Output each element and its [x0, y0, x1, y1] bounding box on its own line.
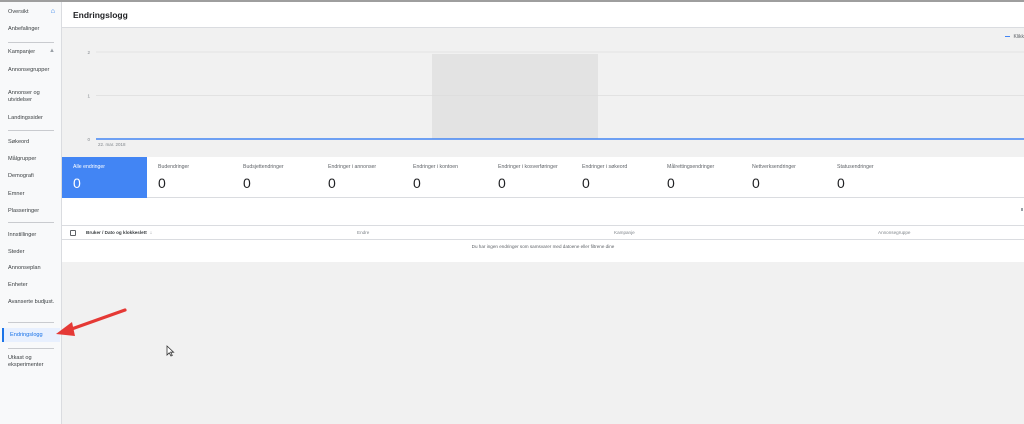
sidebar-item-utkast-og-eksperimenter[interactable]: Utkast og eksperimenter — [8, 355, 60, 369]
sidebar-item-emner[interactable]: Emner — [8, 191, 60, 198]
tile-label: Endringer i kontoen — [413, 164, 458, 170]
sidebar-item-label: Kampanjer — [8, 49, 36, 55]
sidebar-item-label: Innstillinger — [8, 232, 37, 238]
tile-value: 0 — [667, 175, 675, 191]
x-tick-label: 22. mar. 2018 — [98, 142, 126, 147]
sidebar-item-label: Enheter — [8, 282, 28, 288]
change-summary-tiles: Alle endringer 0 Budendringer 0 Budsjett… — [62, 157, 1024, 198]
sidebar-item-oversikt[interactable]: Oversikt ⌂ — [8, 8, 60, 16]
sidebar-item-demografi[interactable]: Demografi — [8, 173, 60, 180]
column-header-change[interactable]: Endre — [357, 230, 369, 235]
tile-value: 0 — [243, 175, 251, 191]
sidebar-item-sokeord[interactable]: Søkeord — [8, 139, 60, 146]
sidebar-item-steder[interactable]: Steder — [8, 249, 60, 256]
annotation-arrow — [56, 308, 127, 336]
lock-icon: ▲ — [49, 48, 55, 54]
sidebar-item-label: Utkast og eksperimenter — [8, 355, 44, 368]
y-tick-label: 0 — [87, 137, 90, 142]
tile-label: Statusendringer — [837, 164, 874, 170]
tile-budendringer[interactable]: Budendringer 0 — [147, 157, 232, 198]
tile-value: 0 — [328, 175, 336, 191]
tile-value: 0 — [498, 175, 506, 191]
tile-endringer-i-kontoen[interactable]: Endringer i kontoen 0 — [402, 157, 487, 198]
sidebar-item-label: Anbefalinger — [8, 26, 40, 32]
sidebar: Oversikt ⌂ Anbefalinger Kampanjer ▲ Anno… — [0, 2, 62, 424]
tile-endringer-i-kosverforinger[interactable]: Endringer i kosverføringer 0 — [487, 157, 571, 198]
legend-swatch — [1005, 35, 1011, 38]
page-header: Endringslogg — [62, 2, 1024, 28]
sidebar-item-label: Emner — [8, 191, 25, 197]
column-header-user-date[interactable]: Bruker / Dato og klokkeslett ↓ — [86, 230, 152, 236]
sidebar-item-plasseringer[interactable]: Plasseringer — [8, 208, 60, 215]
sidebar-divider — [8, 222, 54, 223]
sidebar-item-anbefalinger[interactable]: Anbefalinger — [8, 26, 60, 33]
sidebar-item-label: Oversikt — [8, 9, 29, 15]
change-history-table: Bruker / Dato og klokkeslett ↓ Endre Kamp… — [62, 198, 1024, 262]
sidebar-item-label: Landingssider — [8, 115, 43, 121]
chart-svg: 2 1 0 22. mar. 2018 — [87, 50, 1024, 147]
tile-endringer-i-sokeord[interactable]: Endringer i søkeord 0 — [571, 157, 656, 198]
sidebar-item-malgrupper[interactable]: Målgrupper — [8, 156, 60, 163]
tile-statusendringer[interactable]: Statusendringer 0 — [826, 157, 911, 198]
sidebar-item-label: Målgrupper — [8, 156, 37, 162]
tile-value: 0 — [158, 175, 166, 191]
tile-label: Budendringer — [158, 164, 190, 170]
sidebar-item-label: Demografi — [8, 173, 34, 179]
tile-label: Endringer i annonser — [328, 164, 377, 170]
legend-label: Klikk — [1013, 34, 1024, 40]
tile-label: Målrettingsendringer — [667, 164, 715, 170]
sidebar-item-label: Avanserte budjust. — [8, 299, 55, 305]
column-header-campaign[interactable]: Kampanje — [614, 230, 635, 235]
tile-nettverksendringer[interactable]: Nettverksendringer 0 — [741, 157, 826, 198]
select-all-checkbox[interactable] — [70, 230, 76, 236]
table-header: Bruker / Dato og klokkeslett ↓ Endre Kamp… — [62, 225, 1024, 240]
sidebar-item-label: Søkeord — [8, 139, 30, 145]
y-tick-label: 1 — [87, 93, 90, 98]
tile-value: 0 — [413, 175, 421, 191]
tile-value: 0 — [837, 175, 845, 191]
performance-chart: 2 1 0 22. mar. 2018 Klikk — [62, 29, 1024, 157]
empty-state-message: Du har ingen endringer som samsvarer med… — [471, 244, 615, 249]
sidebar-item-label: Endringslogg — [10, 332, 43, 338]
tile-alle-endringer[interactable]: Alle endringer 0 — [62, 157, 147, 198]
sidebar-item-label: Steder — [8, 249, 25, 255]
sidebar-divider — [8, 348, 54, 349]
tile-label: Budsjettendringer — [243, 164, 284, 170]
tile-value: 0 — [582, 175, 590, 191]
tile-value: 0 — [73, 175, 81, 191]
mouse-cursor-icon — [166, 345, 175, 357]
column-header-ad-group[interactable]: Annonsegruppe — [878, 230, 910, 235]
sidebar-item-label: Annonser og utvidelser — [8, 90, 40, 103]
home-icon: ⌂ — [50, 8, 55, 15]
tile-malrettingsendringer[interactable]: Målrettingsendringer 0 — [656, 157, 741, 198]
tile-value: 0 — [752, 175, 760, 191]
tile-label: Nettverksendringer — [752, 164, 796, 170]
sidebar-item-annonser-og-utvidelser[interactable]: Annonser og utvidelser — [8, 90, 60, 104]
column-header-label: Bruker / Dato og klokkeslett — [86, 230, 147, 235]
sidebar-item-enheter[interactable]: Enheter — [8, 282, 60, 289]
hover-highlight-band — [432, 54, 598, 139]
tile-label: Endringer i søkeord — [582, 164, 628, 170]
tile-label: Endringer i kosverføringer — [498, 164, 558, 170]
page-title: Endringslogg — [73, 10, 128, 20]
sidebar-item-annonsegrupper[interactable]: Annonsegrupper — [8, 67, 60, 74]
sidebar-divider — [8, 322, 54, 323]
sidebar-divider — [8, 42, 54, 43]
more-options-indicator[interactable] — [1021, 208, 1023, 211]
tile-label: Alle endringer — [73, 164, 106, 170]
sort-arrow-icon[interactable]: ↓ — [150, 230, 153, 236]
sidebar-item-label: Annonsegrupper — [8, 67, 50, 73]
sidebar-item-label: Annonseplan — [8, 265, 41, 271]
sidebar-item-annonseplan[interactable]: Annonseplan — [8, 265, 60, 272]
sidebar-item-landingssider[interactable]: Landingssider — [8, 115, 60, 122]
tile-budsjettendringer[interactable]: Budsjettendringer 0 — [232, 157, 317, 198]
sidebar-item-label: Plasseringer — [8, 208, 40, 214]
sidebar-item-innstillinger[interactable]: Innstillinger — [8, 232, 60, 239]
tile-endringer-i-annonser[interactable]: Endringer i annonser 0 — [317, 157, 402, 198]
y-tick-label: 2 — [87, 50, 90, 55]
sidebar-divider — [8, 130, 54, 131]
sidebar-item-kampanjer[interactable]: Kampanjer ▲ — [8, 48, 60, 56]
chart-legend[interactable]: Klikk — [1005, 34, 1024, 40]
